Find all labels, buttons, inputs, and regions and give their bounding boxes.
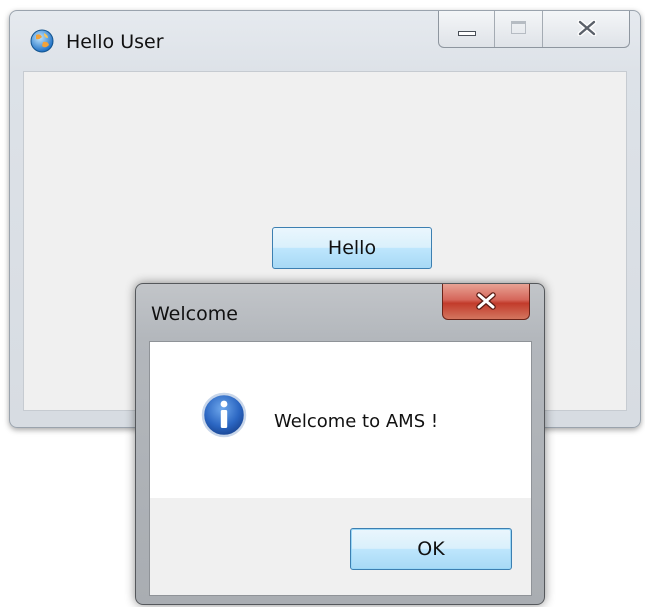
close-button[interactable] [543,11,629,47]
minimize-button[interactable] [439,11,495,47]
info-icon [201,392,247,438]
maximize-button[interactable] [495,11,543,47]
window-title: Hello User [66,31,164,53]
dialog-footer: OK [150,498,531,595]
hello-button[interactable]: Hello [272,227,432,269]
main-titlebar[interactable]: Hello User [10,11,640,69]
dialog-client-area: Welcome to AMS ! OK [149,341,532,596]
welcome-dialog: Welcome Welcome to AMS ! OK [135,283,545,605]
close-icon [476,292,496,310]
dialog-close-button[interactable] [442,284,530,320]
dialog-title: Welcome [151,303,238,325]
dialog-message: Welcome to AMS ! [274,411,439,432]
minimize-icon [458,31,476,36]
caption-buttons [438,11,630,48]
maximize-icon [511,21,526,34]
ok-button[interactable]: OK [350,528,512,570]
app-globe-icon [30,29,54,53]
close-icon [577,20,597,36]
